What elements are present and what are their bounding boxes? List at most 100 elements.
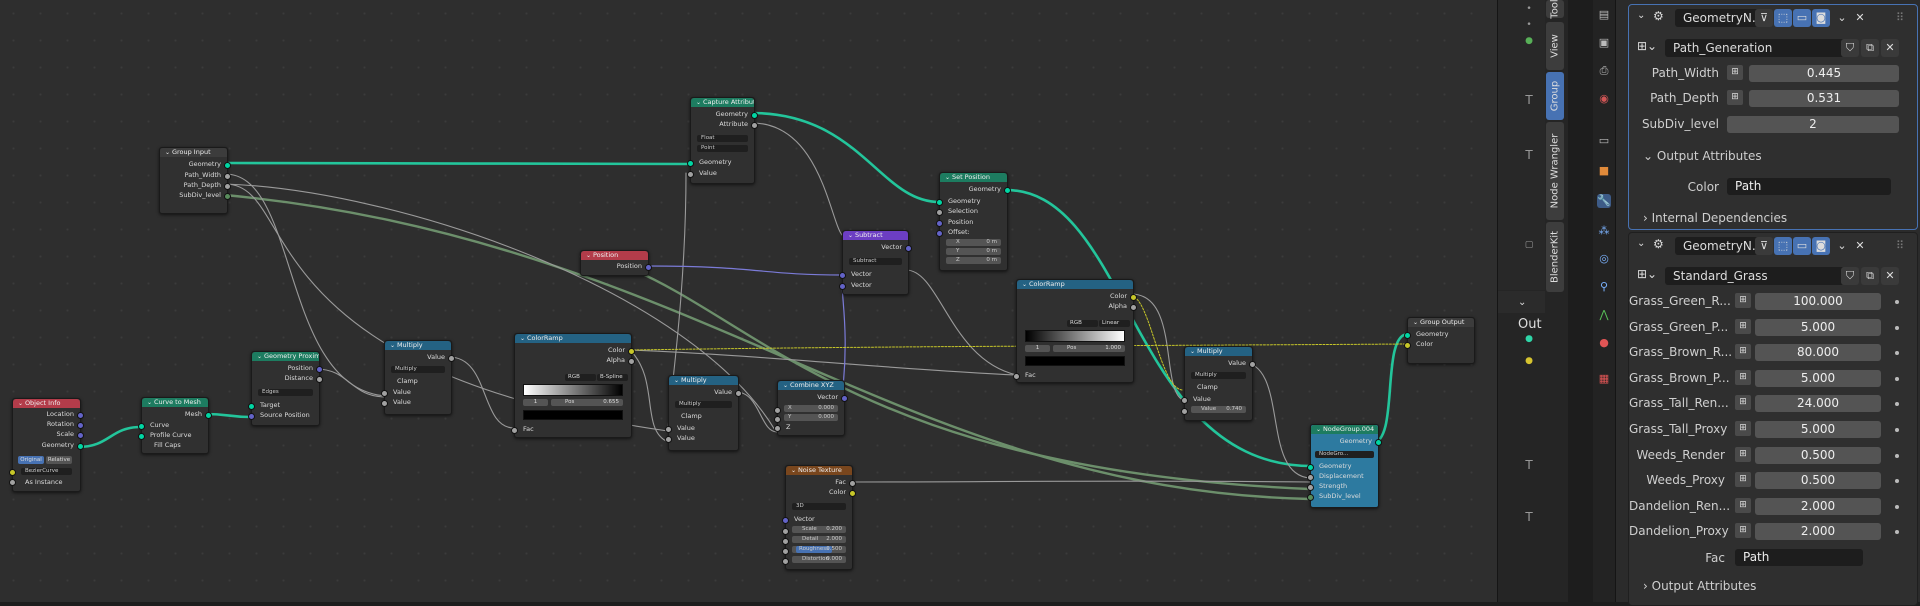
operation-dropdown[interactable]: Multiply <box>391 366 445 373</box>
param-value-field[interactable]: 2.000 <box>1755 497 1881 515</box>
input-socket[interactable] <box>138 433 145 440</box>
keyframe-dot-icon[interactable] <box>1895 300 1899 304</box>
input-socket[interactable] <box>9 479 16 486</box>
node-multiply[interactable]: Multiply Value Multiply Clamp Value Valu… <box>665 375 742 451</box>
output-socket[interactable] <box>849 480 856 487</box>
input-socket[interactable] <box>511 427 518 434</box>
output-socket[interactable] <box>905 245 912 252</box>
internal-dependencies-subpanel[interactable]: › Internal Dependencies <box>1643 211 1787 225</box>
output-socket[interactable] <box>224 193 231 200</box>
input-socket[interactable] <box>248 403 255 410</box>
modifier-name-field[interactable]: GeometryN... <box>1675 237 1763 255</box>
output-icon[interactable]: ⎙ <box>1597 64 1611 78</box>
modifier-icon[interactable]: 🔧 <box>1597 194 1611 208</box>
input-socket[interactable] <box>665 436 672 443</box>
render-toggle-icon[interactable]: ◙ <box>1812 237 1830 255</box>
input-socket[interactable] <box>782 558 789 565</box>
attribute-toggle-icon[interactable]: ⊞ <box>1727 90 1743 105</box>
detail-field[interactable]: Detail 2.000 <box>792 536 846 543</box>
input-socket[interactable] <box>936 230 943 237</box>
output-attributes-subpanel[interactable]: ⌄ Output Attributes <box>1643 149 1762 163</box>
offset-y-field[interactable]: Y 0 m <box>946 248 1001 255</box>
node-geometry-proximity[interactable]: Geometry Proximity Position Distance Edg… <box>248 351 323 426</box>
cage-toggle-icon[interactable]: ⬚ <box>1774 9 1792 27</box>
keyframe-dot-icon[interactable] <box>1895 376 1899 381</box>
input-socket[interactable] <box>248 413 255 420</box>
color-ramp-gradient[interactable] <box>1025 330 1125 342</box>
node-editor-canvas[interactable]: Object Info Location Rotation Scale Geom… <box>0 0 1497 602</box>
input-socket[interactable] <box>839 283 846 290</box>
original-toggle[interactable]: Original <box>18 456 44 464</box>
node-multiply[interactable]: Multiply Value Multiply Clamp Value Valu… <box>381 340 455 415</box>
output-socket[interactable] <box>77 432 84 439</box>
attribute-toggle-icon[interactable]: ⊞ <box>1735 369 1751 385</box>
param-value-field[interactable]: 0.500 <box>1755 446 1881 464</box>
input-socket[interactable] <box>774 407 781 414</box>
attribute-toggle-icon[interactable]: ⊞ <box>1735 344 1751 360</box>
param-value-field[interactable]: 0.531 <box>1749 90 1899 107</box>
input-socket[interactable] <box>839 272 846 279</box>
fake-user-icon[interactable]: ⛉ <box>1841 39 1859 57</box>
output-socket[interactable] <box>316 376 323 383</box>
output-socket[interactable] <box>205 412 212 419</box>
stop-color-swatch[interactable] <box>523 410 623 420</box>
node-group-output[interactable]: Group Output Geometry Color <box>1404 317 1475 364</box>
output-socket[interactable] <box>224 162 231 169</box>
operation-dropdown[interactable]: Multiply <box>1191 372 1246 379</box>
input-socket[interactable] <box>687 160 694 167</box>
output-socket[interactable] <box>1130 304 1137 311</box>
stop-index[interactable]: 1 <box>523 399 548 406</box>
param-value-field[interactable]: 5.000 <box>1755 369 1881 387</box>
node-noise-texture[interactable]: Noise Texture Fac Color 3D Vector Scale 0… <box>782 465 856 570</box>
color-ramp-gradient[interactable] <box>523 384 623 396</box>
input-socket[interactable] <box>381 390 388 397</box>
input-socket[interactable] <box>1404 342 1411 349</box>
type-dropdown[interactable]: Float <box>697 135 748 142</box>
node-multiply[interactable]: Multiply Value Multiply Clamp Value Valu… <box>1181 346 1256 421</box>
distortion-field[interactable]: Distortion 0.000 <box>792 556 846 563</box>
attribute-toggle-icon[interactable]: ⊞ <box>1735 523 1751 539</box>
constraint-icon[interactable]: ⚲ <box>1597 280 1611 294</box>
input-socket[interactable] <box>138 423 145 430</box>
edit-mode-toggle-icon[interactable]: ⊽ <box>1755 9 1773 27</box>
param-value-field[interactable]: 100.000 <box>1755 293 1881 310</box>
relative-toggle[interactable]: Relative <box>46 456 72 464</box>
object-field[interactable]: BezierCurve <box>21 468 72 475</box>
object-icon[interactable]: ■ <box>1597 164 1611 178</box>
stop-position-field[interactable]: Pos 0.655 <box>551 399 623 406</box>
output-socket[interactable] <box>316 366 323 373</box>
keyframe-dot-icon[interactable] <box>1895 351 1899 356</box>
node-group-input[interactable]: Group Input Geometry Path_Width Path_Dep… <box>159 147 231 214</box>
edit-mode-toggle-icon[interactable]: ⊽ <box>1755 237 1773 255</box>
keyframe-dot-icon[interactable] <box>1895 428 1899 432</box>
output-socket[interactable] <box>224 173 231 180</box>
close-icon[interactable]: ✕ <box>1851 237 1869 255</box>
output-socket[interactable] <box>77 443 84 450</box>
attribute-toggle-icon[interactable]: ⊞ <box>1735 421 1751 436</box>
dimensions-dropdown[interactable]: 3D <box>792 503 846 510</box>
input-socket[interactable] <box>1307 494 1314 501</box>
duplicate-icon[interactable]: ⧉ <box>1861 39 1879 57</box>
input-socket[interactable] <box>782 548 789 555</box>
input-socket[interactable] <box>936 199 943 206</box>
mode-dropdown[interactable]: Edges <box>258 389 313 396</box>
keyframe-dot-icon[interactable] <box>1895 479 1899 484</box>
node-tree-icon[interactable]: ⊞⌄ <box>1637 267 1657 281</box>
keyframe-dot-icon[interactable] <box>1895 504 1899 509</box>
text-tool-icon[interactable]: T <box>1524 149 1534 161</box>
keyframe-dot-icon[interactable] <box>1895 325 1899 330</box>
param-value-field[interactable]: 24.000 <box>1755 395 1881 413</box>
output-socket[interactable] <box>1375 439 1382 446</box>
modifier-name-field[interactable]: GeometryN... <box>1675 9 1763 27</box>
input-socket[interactable] <box>782 528 789 535</box>
output-socket[interactable] <box>224 183 231 190</box>
chevron-down-icon[interactable]: ⌄ <box>1833 9 1851 27</box>
node-capture-attribute[interactable]: Capture Attribute Geometry Attribute Flo… <box>687 97 758 184</box>
tab-tool[interactable]: Tool <box>1546 0 1564 19</box>
node-position[interactable]: Position Position <box>580 250 652 276</box>
input-socket[interactable] <box>381 400 388 407</box>
particles-icon[interactable]: ⁂ <box>1597 224 1611 238</box>
text-tool-icon[interactable]: T <box>1524 94 1534 106</box>
data-icon[interactable]: ⋀ <box>1597 308 1611 322</box>
node-tree-icon[interactable]: ⊞⌄ <box>1637 39 1657 53</box>
